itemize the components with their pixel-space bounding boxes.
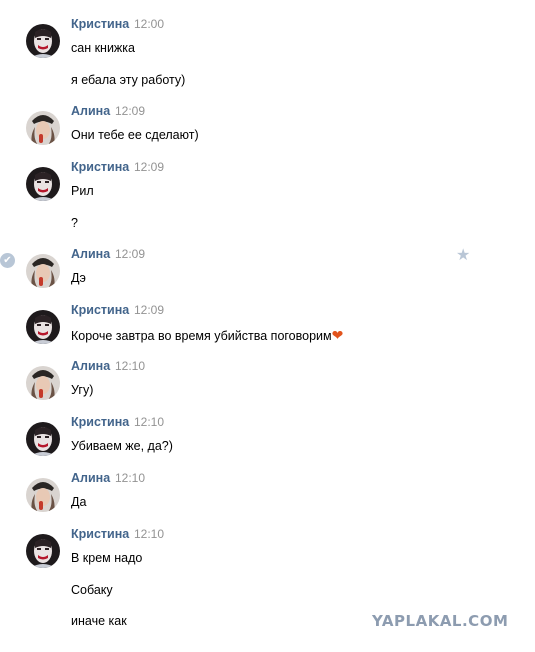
avatar[interactable] — [26, 310, 60, 344]
message-text: ? — [71, 216, 78, 230]
message-time[interactable]: 12:09 — [115, 104, 145, 118]
author-name[interactable]: Алина — [71, 471, 110, 485]
star-icon[interactable]: ★ — [456, 245, 470, 265]
message-text: Рил — [71, 184, 94, 198]
kristina-avatar-icon — [26, 534, 60, 568]
avatar[interactable] — [26, 478, 60, 512]
alina-avatar-icon — [26, 478, 60, 512]
author-name[interactable]: Алина — [71, 104, 110, 118]
message-text: иначе как — [71, 614, 127, 628]
message-text: Короче завтра во время убийства поговори… — [71, 327, 343, 344]
orange-heart-icon: ❤ — [331, 327, 344, 343]
kristina-avatar-icon — [26, 24, 60, 58]
alina-avatar-icon — [26, 366, 60, 400]
alina-avatar-icon — [26, 254, 60, 288]
avatar[interactable] — [26, 111, 60, 145]
message-time[interactable]: 12:09 — [134, 303, 164, 317]
avatar[interactable] — [26, 366, 60, 400]
kristina-avatar-icon — [26, 310, 60, 344]
message-text: Убиваем же, да?) — [71, 439, 173, 453]
message-text: Дэ — [71, 271, 86, 285]
check-circle-icon[interactable]: ✔ — [0, 253, 15, 268]
avatar[interactable] — [26, 422, 60, 456]
message-text: Угу) — [71, 383, 94, 397]
alina-avatar-icon — [26, 111, 60, 145]
author-name[interactable]: Кристина — [71, 160, 129, 174]
message-text: В крем надо — [71, 551, 143, 565]
author-name[interactable]: Кристина — [71, 415, 129, 429]
author-name[interactable]: Кристина — [71, 303, 129, 317]
avatar[interactable] — [26, 254, 60, 288]
message-text: Да — [71, 495, 87, 509]
message-time[interactable]: 12:09 — [115, 247, 145, 261]
message-text: сан книжка — [71, 41, 135, 55]
author-name[interactable]: Алина — [71, 359, 110, 373]
kristina-avatar-icon — [26, 167, 60, 201]
message-time[interactable]: 12:10 — [115, 359, 145, 373]
message-text: Они тебе ее сделают) — [71, 128, 199, 142]
message-text: я ебала эту работу) — [71, 73, 186, 87]
message-text: Собаку — [71, 583, 113, 597]
message-text-content: Короче завтра во время убийства поговори… — [71, 329, 332, 343]
avatar[interactable] — [26, 167, 60, 201]
author-name[interactable]: Кристина — [71, 17, 129, 31]
author-name[interactable]: Кристина — [71, 527, 129, 541]
message-time[interactable]: 12:10 — [115, 471, 145, 485]
kristina-avatar-icon — [26, 422, 60, 456]
avatar[interactable] — [26, 24, 60, 58]
author-name[interactable]: Алина — [71, 247, 110, 261]
message-time[interactable]: 12:10 — [134, 527, 164, 541]
message-time[interactable]: 12:00 — [134, 17, 164, 31]
message-time[interactable]: 12:10 — [134, 415, 164, 429]
watermark: YAPLAKAL.COM — [372, 612, 509, 630]
message-time[interactable]: 12:09 — [134, 160, 164, 174]
avatar[interactable] — [26, 534, 60, 568]
